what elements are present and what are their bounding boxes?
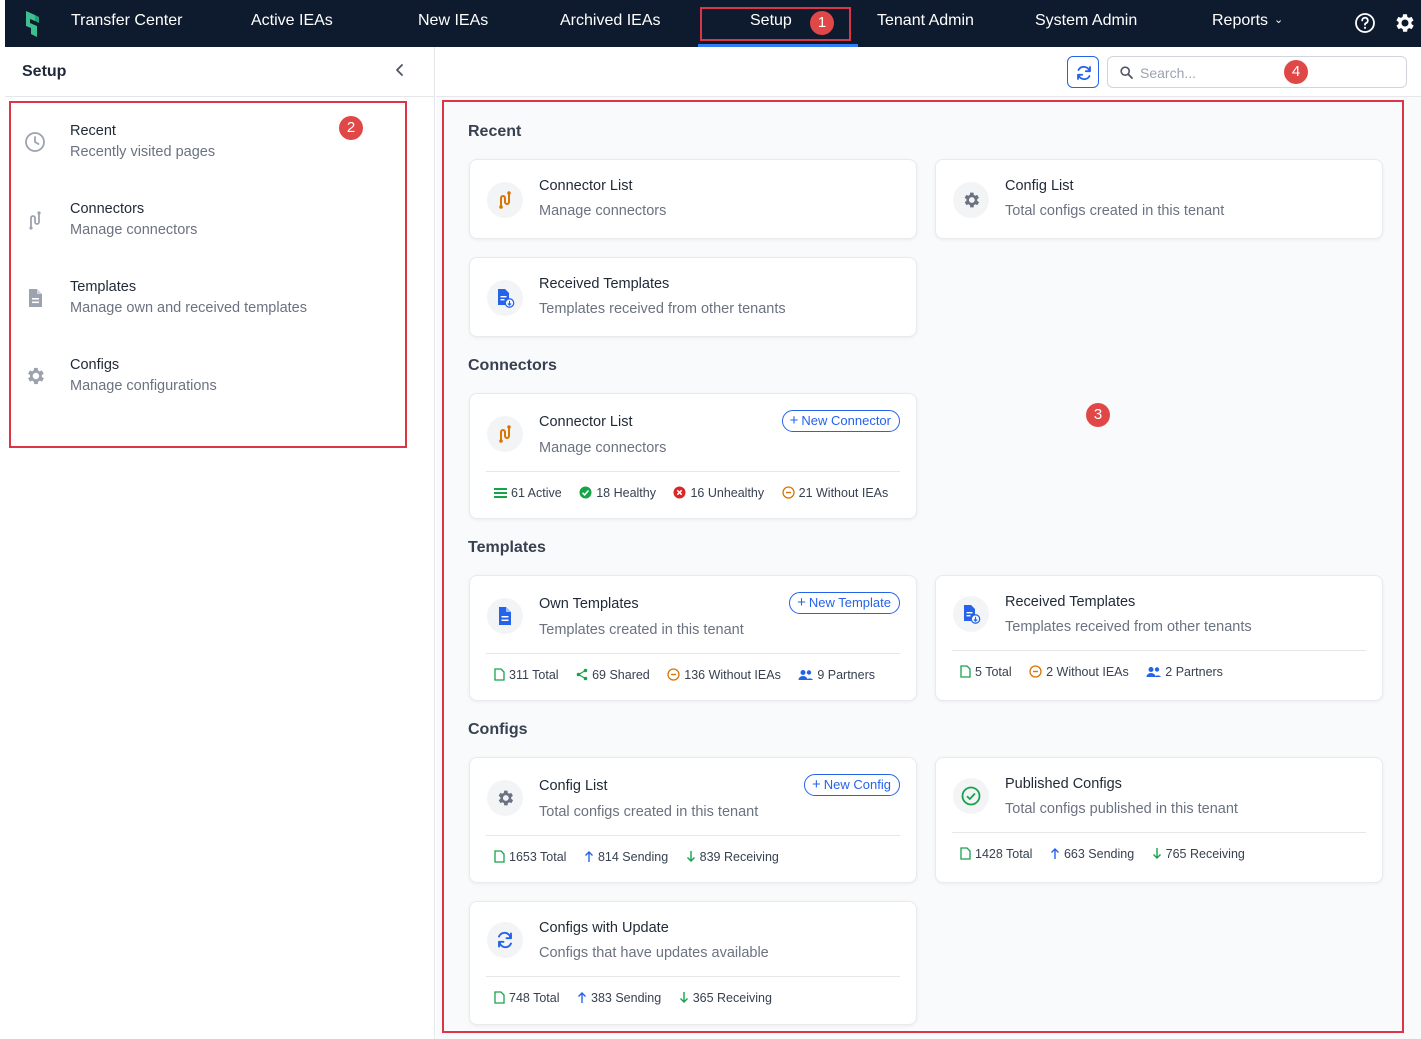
nav-transfer-center[interactable]: Transfer Center	[71, 12, 182, 30]
nav-reports-label: Reports	[1212, 12, 1269, 29]
chevron-down-icon: ⌄	[1274, 14, 1284, 26]
refresh-button[interactable]	[1067, 56, 1099, 88]
annotation-badge-1: 1	[810, 11, 834, 35]
nav-system-admin[interactable]: System Admin	[1035, 12, 1137, 30]
search-input[interactable]	[1140, 63, 1390, 83]
toolbar	[436, 47, 1421, 97]
annotation-badge-4: 4	[1284, 60, 1308, 84]
sidebar-header: Setup	[5, 47, 434, 97]
annotation-box-2	[9, 101, 407, 448]
annotation-box-3	[442, 100, 1404, 1033]
annotation-badge-3: 3	[1086, 403, 1110, 427]
nav-reports[interactable]: Reports ⌄	[1212, 12, 1283, 30]
help-circle-icon[interactable]	[1354, 12, 1376, 34]
sidebar-title: Setup	[22, 63, 67, 80]
nav-active-ieas[interactable]: Active IEAs	[251, 12, 333, 30]
nav-archived-ieas[interactable]: Archived IEAs	[560, 12, 660, 30]
search-box[interactable]	[1107, 56, 1407, 88]
nav-new-ieas[interactable]: New IEAs	[418, 12, 488, 30]
chevron-left-icon[interactable]	[393, 62, 407, 78]
nav-tenant-admin[interactable]: Tenant Admin	[877, 12, 974, 30]
refresh-icon	[1077, 65, 1091, 81]
gear-icon[interactable]	[1392, 11, 1416, 35]
app-logo-icon[interactable]	[23, 9, 43, 39]
search-icon	[1120, 66, 1133, 79]
annotation-badge-2: 2	[339, 116, 363, 140]
